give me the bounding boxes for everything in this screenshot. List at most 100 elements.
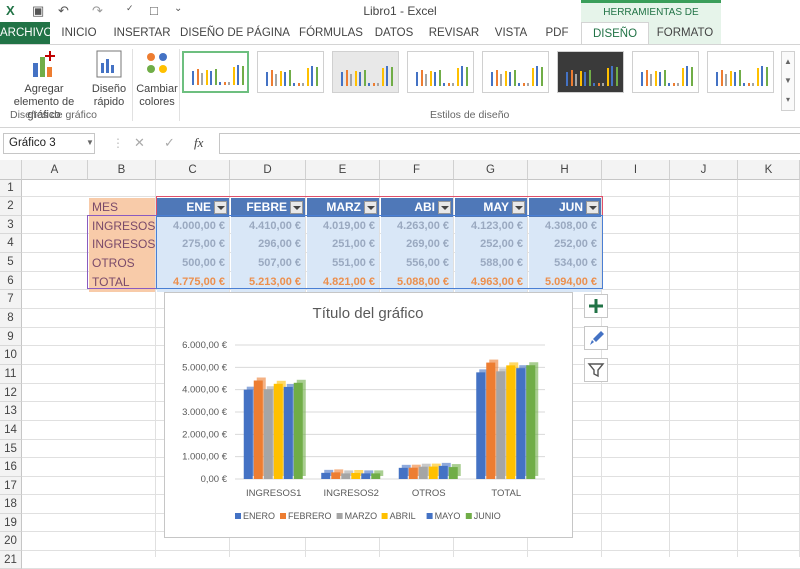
thumbnail-bar <box>425 74 427 86</box>
tab-inicio[interactable]: INICIO <box>56 22 102 44</box>
column-header-g[interactable]: G <box>454 160 528 180</box>
tab-revisar[interactable]: REVISAR <box>426 22 482 44</box>
enter-icon[interactable]: ✓ <box>164 135 175 151</box>
thumbnail-bar <box>716 72 718 86</box>
title-bar: X ▣ ↶ ↷ ✓ □ ⌄ Libro1 - Excel HERRAMIENTA… <box>0 0 800 37</box>
quick-layout-label: Diseño rápido <box>91 83 127 108</box>
thumbnail-bar <box>681 68 684 86</box>
chart-style-thumbnail[interactable] <box>257 51 324 93</box>
chart-style-thumbnail[interactable] <box>557 51 624 93</box>
tab-diseno-pagina[interactable]: DISEÑO DE PÁGINA <box>180 22 290 44</box>
row-header-10[interactable]: 10 <box>0 346 22 365</box>
tab-archivo[interactable]: ARCHIVO <box>0 22 52 44</box>
thumbnail-bar <box>527 83 529 86</box>
row-header-4[interactable]: 4 <box>0 234 22 253</box>
column-header-b[interactable]: B <box>88 160 156 180</box>
row-header-19[interactable]: 19 <box>0 514 22 532</box>
quick-layout-button[interactable]: Diseño rápido <box>86 49 132 109</box>
row-header-8[interactable]: 8 <box>0 309 22 328</box>
chart-style-thumbnail[interactable] <box>707 51 774 93</box>
chart-style-thumbnail[interactable] <box>332 51 399 93</box>
legend-label: ABRIL <box>390 511 416 521</box>
column-header-c[interactable]: C <box>156 160 230 180</box>
thumbnail-bar <box>284 72 286 86</box>
cancel-icon[interactable]: ✕ <box>134 135 145 151</box>
row-header-13[interactable]: 13 <box>0 402 22 421</box>
formula-input[interactable] <box>219 133 800 154</box>
change-colors-button[interactable]: Cambiar colores <box>134 49 180 109</box>
name-box[interactable]: Gráfico 3 <box>3 133 95 154</box>
row-header-2[interactable]: 2 <box>0 197 22 216</box>
tab-vista[interactable]: VISTA <box>488 22 534 44</box>
row-header-20[interactable]: 20 <box>0 532 22 551</box>
label-range-highlight <box>87 215 157 289</box>
chart-title: Título del gráfico <box>313 305 424 322</box>
column-header-j[interactable]: J <box>670 160 738 180</box>
thumbnail-bar <box>377 83 379 86</box>
thumbnail-bar <box>293 83 295 86</box>
row-header-1[interactable]: 1 <box>0 180 22 197</box>
thumbnail-bar <box>641 72 643 86</box>
row-header-9[interactable]: 9 <box>0 328 22 346</box>
chart-object[interactable]: Título del gráfico 0,00 € 1.000,00 € 2.000,… <box>164 292 573 538</box>
chart-style-thumbnail[interactable] <box>182 51 249 93</box>
thumbnail-bar <box>381 68 384 86</box>
thumbnail-bar <box>513 70 516 86</box>
thumbnail-bar <box>266 72 268 86</box>
column-header-k[interactable]: K <box>738 160 800 180</box>
column-header-d[interactable]: D <box>230 160 306 180</box>
row-header-3[interactable]: 3 <box>0 216 22 234</box>
bar <box>253 380 263 479</box>
row-header-11[interactable]: 11 <box>0 365 22 384</box>
tab-insertar[interactable]: INSERTAR <box>110 22 174 44</box>
bar <box>243 389 253 479</box>
column-header-a[interactable]: A <box>22 160 88 180</box>
row-header-15[interactable]: 15 <box>0 440 22 458</box>
column-header-f[interactable]: F <box>380 160 454 180</box>
tab-pdf[interactable]: PDF <box>540 22 574 44</box>
thumbnail-bar <box>756 68 759 86</box>
tab-formulas[interactable]: FÓRMULAS <box>296 22 366 44</box>
thumbnail-bar <box>306 68 309 86</box>
row-header-17[interactable]: 17 <box>0 477 22 495</box>
chart-style-thumbnail[interactable] <box>632 51 699 93</box>
thumbnail-bar <box>420 70 423 86</box>
bar <box>438 465 448 479</box>
x-category-label: OTROS <box>412 488 446 499</box>
thumbnail-bar <box>456 68 459 86</box>
row-header-6[interactable]: 6 <box>0 272 22 290</box>
column-chart[interactable]: Título del gráfico 0,00 € 1.000,00 € 2.000,… <box>165 293 572 537</box>
row-header-7[interactable]: 7 <box>0 290 22 309</box>
row-header-5[interactable]: 5 <box>0 253 22 272</box>
name-box-dropdown-icon[interactable]: ▼ <box>86 138 94 147</box>
column-header-i[interactable]: I <box>602 160 670 180</box>
column-header-e[interactable]: E <box>306 160 380 180</box>
insert-function-icon[interactable]: fx <box>194 135 203 151</box>
thumbnail-bar <box>438 70 441 86</box>
chart-styles-button[interactable] <box>584 326 608 350</box>
formula-separator: ⋮ <box>112 136 124 150</box>
column-header-h[interactable]: H <box>528 160 602 180</box>
select-all-corner[interactable] <box>0 160 22 180</box>
add-chart-element-icon <box>33 51 55 77</box>
thumbnail-bar <box>518 83 520 86</box>
row-header-16[interactable]: 16 <box>0 458 22 477</box>
row-header-12[interactable]: 12 <box>0 384 22 402</box>
thumbnail-bar <box>606 68 609 86</box>
chart-elements-button[interactable] <box>584 294 608 318</box>
thumbnail-bar <box>570 70 573 86</box>
legend-label: ENERO <box>243 511 275 521</box>
gallery-scroll[interactable]: ▲ ▼ ▾ <box>781 51 795 111</box>
thumbnail-bar <box>302 83 304 86</box>
chart-style-thumbnail[interactable] <box>482 51 549 93</box>
tab-diseno[interactable]: DISEÑO <box>581 22 649 44</box>
tab-datos[interactable]: DATOS <box>370 22 418 44</box>
chart-filters-button[interactable] <box>584 358 608 382</box>
chart-style-thumbnail[interactable] <box>407 51 474 93</box>
thumbnail-bar <box>447 83 450 86</box>
row-header-18[interactable]: 18 <box>0 495 22 514</box>
tab-formato[interactable]: FORMATO <box>649 22 721 44</box>
row-header-21[interactable]: 21 <box>0 551 22 569</box>
row-header-14[interactable]: 14 <box>0 421 22 440</box>
thumbnail-bar <box>429 71 432 86</box>
